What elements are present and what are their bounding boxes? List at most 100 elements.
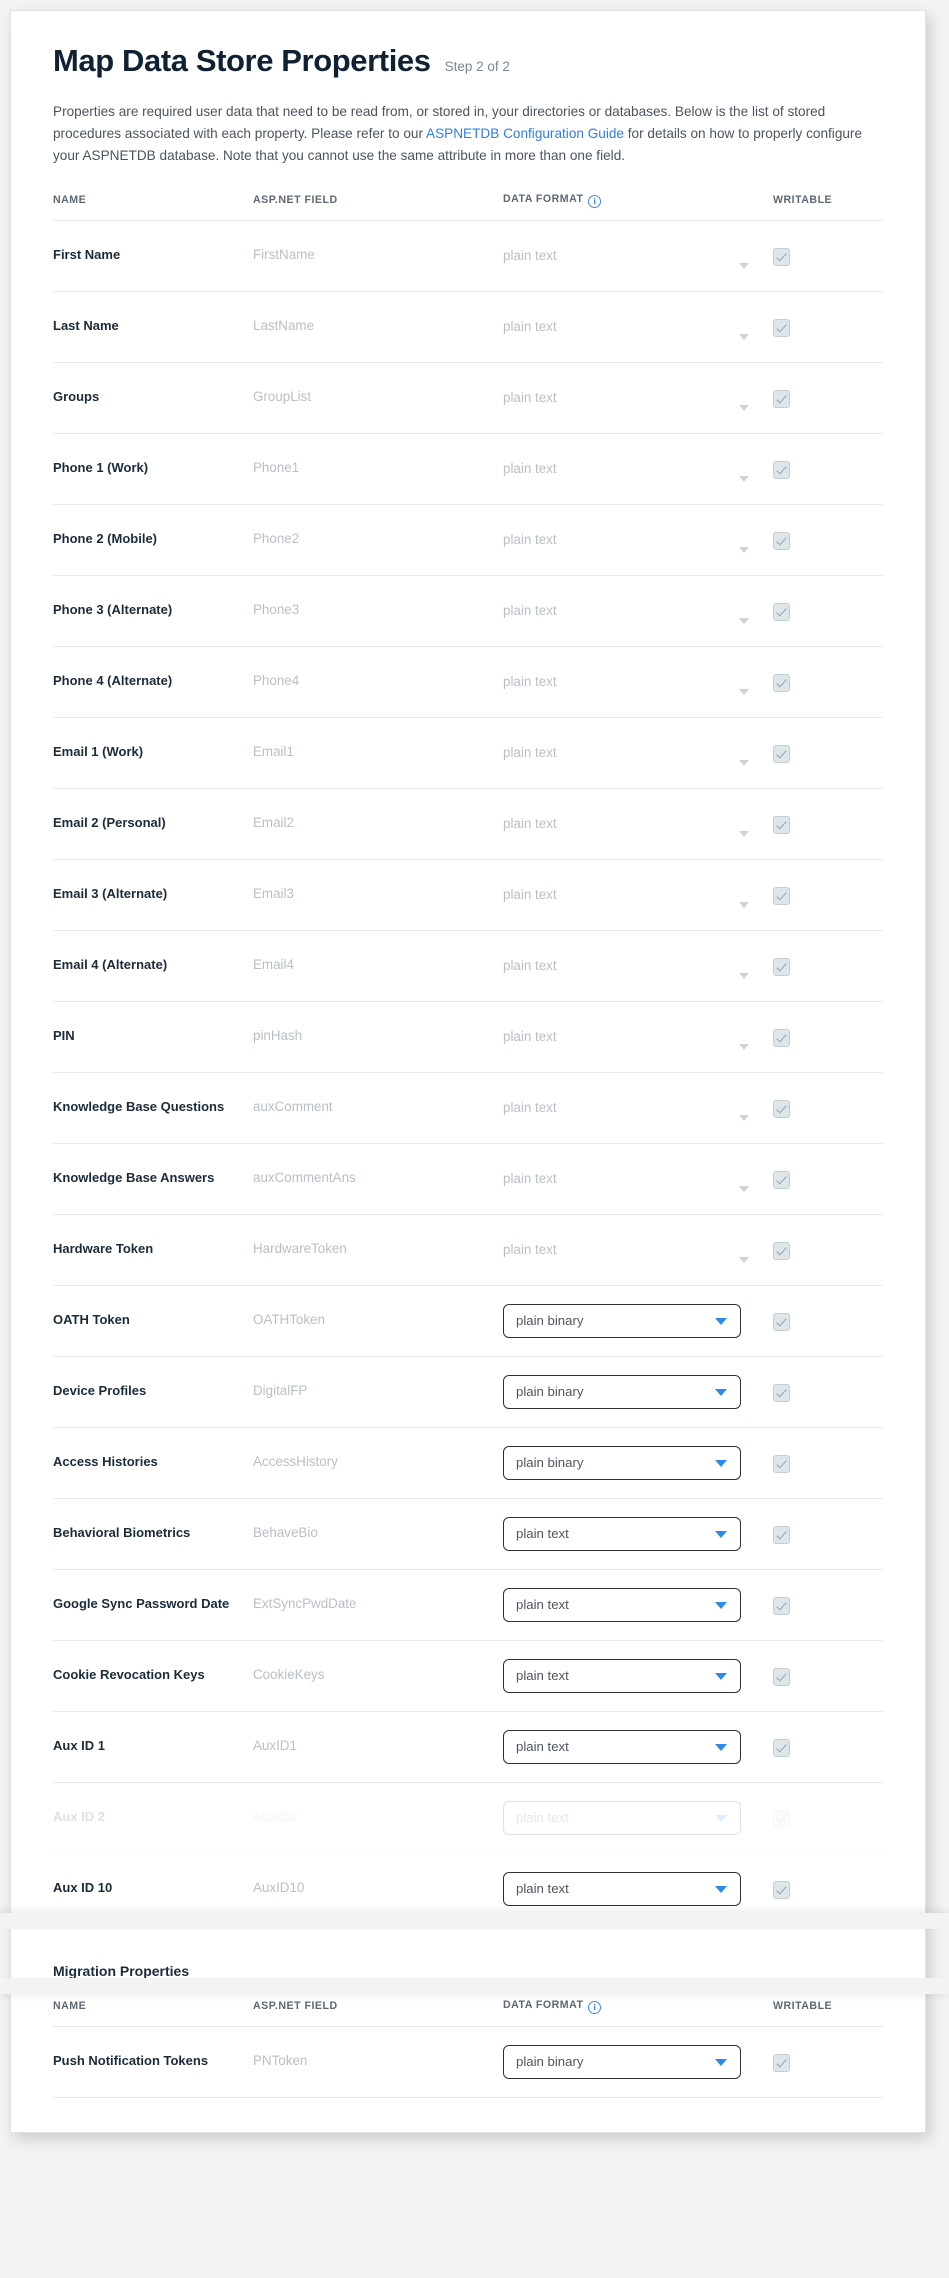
data-format-cell: plain text [503,1087,773,1129]
data-format-cell: plain text [503,661,773,703]
property-name: Groups [53,389,100,405]
migration-column-header-format: DATA FORMAT i [503,1999,773,2014]
writable-checkbox[interactable] [773,1809,790,1828]
data-format-cell: plain binary [503,1374,773,1409]
writable-cell [773,672,893,692]
writable-checkbox[interactable] [773,1738,790,1757]
writable-checkbox[interactable] [773,744,790,763]
data-format-cell: plain text [503,1158,773,1200]
writable-checkbox[interactable] [773,2053,790,2072]
property-name: Aux ID 2 [53,1809,106,1825]
writable-checkbox[interactable] [773,460,790,479]
table-row: OATH Token OATHToken plain binary [53,1286,883,1357]
table-row: Behavioral Biometrics BehaveBio plain text [53,1499,883,1570]
writable-checkbox[interactable] [773,815,790,834]
data-format-select[interactable]: plain binary [503,2044,741,2079]
data-format-select[interactable]: plain text [503,1516,741,1551]
data-format-cell: plain text [503,1658,773,1693]
writable-checkbox[interactable] [773,1312,790,1331]
writable-checkbox[interactable] [773,1099,790,1118]
writable-checkbox[interactable] [773,886,790,905]
table-row: Aux ID 1 AuxID1 plain text [53,1712,883,1783]
writable-checkbox[interactable] [773,1241,790,1260]
data-format-select[interactable]: plain text [503,1800,741,1835]
data-format-select[interactable]: plain text [503,1871,741,1906]
data-format-select[interactable]: plain text [503,1587,741,1622]
data-format-cell: plain text [503,590,773,632]
data-format-readonly: plain text [503,306,773,348]
scroll-seam-top [0,1913,949,1929]
data-format-readonly: plain text [503,732,773,774]
data-format-value: plain text [503,674,557,690]
aspnetdb-configuration-guide-link[interactable]: ASPNETDB Configuration Guide [426,126,624,141]
writable-checkbox[interactable] [773,389,790,408]
aspnet-field-value: auxCommentAns [253,1170,356,1186]
chevron-down-icon [739,1256,749,1263]
writable-cell [773,1524,893,1544]
property-name: Phone 4 (Alternate) [53,673,173,689]
property-name: Aux ID 10 [53,1880,113,1896]
writable-checkbox[interactable] [773,602,790,621]
writable-checkbox[interactable] [773,1028,790,1047]
info-icon[interactable]: i [588,2000,602,2014]
aspnet-field-value: LastName [253,318,315,334]
info-icon[interactable]: i [588,194,602,208]
writable-checkbox[interactable] [773,531,790,550]
data-format-cell: plain text [503,1229,773,1271]
data-format-cell: plain text [503,874,773,916]
data-format-value: plain text [503,816,557,832]
chevron-down-icon [715,1317,727,1325]
property-name: Knowledge Base Answers [53,1170,215,1186]
chevron-down-icon [715,1459,727,1467]
data-format-value: plain text [503,745,557,761]
property-name: Email 2 (Personal) [53,815,166,831]
chevron-down-icon [715,1388,727,1396]
data-format-value: plain text [503,1171,557,1187]
writable-checkbox[interactable] [773,1454,790,1473]
writable-cell [773,601,893,621]
table-row: Groups GroupList plain text [53,363,883,434]
writable-cell [773,2052,893,2072]
property-name: Device Profiles [53,1383,147,1399]
writable-checkbox[interactable] [773,957,790,976]
table-row: PIN pinHash plain text [53,1002,883,1073]
writable-checkbox[interactable] [773,1596,790,1615]
properties-card: Map Data Store Properties Step 2 of 2 Pr… [10,10,926,2133]
column-header-name: NAME [53,194,87,207]
writable-checkbox[interactable] [773,1525,790,1544]
aspnet-field-value: Email4 [253,957,294,973]
writable-cell [773,1240,893,1260]
property-name: Last Name [53,318,119,334]
data-format-readonly: plain text [503,519,773,561]
data-format-select[interactable]: plain binary [503,1374,741,1409]
property-name: Email 4 (Alternate) [53,957,168,973]
data-format-cell: plain text [503,1729,773,1764]
aspnet-field-value: GroupList [253,389,312,405]
writable-checkbox[interactable] [773,1170,790,1189]
intro-paragraph: Properties are required user data that n… [53,101,883,167]
chevron-down-icon [739,1185,749,1192]
data-format-cell: plain text [503,519,773,561]
data-format-select[interactable]: plain text [503,1729,741,1764]
data-format-selected-value: plain text [516,1668,569,1684]
data-format-select[interactable]: plain text [503,1658,741,1693]
writable-checkbox[interactable] [773,1383,790,1402]
data-format-select[interactable]: plain binary [503,1303,741,1338]
writable-checkbox[interactable] [773,318,790,337]
aspnet-field-value: AuxID2 [253,1809,297,1825]
writable-cell [773,1453,893,1473]
data-format-cell: plain text [503,306,773,348]
aspnet-field-value: CookieKeys [253,1667,325,1683]
data-format-select[interactable]: plain binary [503,1445,741,1480]
data-format-selected-value: plain binary [516,1313,584,1329]
aspnet-field-value: BehaveBio [253,1525,318,1541]
writable-checkbox[interactable] [773,1880,790,1899]
writable-checkbox[interactable] [773,673,790,692]
writable-cell [773,1666,893,1686]
property-name: Push Notification Tokens [53,2053,209,2069]
aspnet-field-value: OATHToken [253,1312,325,1328]
table-row: Knowledge Base Answers auxCommentAns plain… [53,1144,883,1215]
writable-checkbox[interactable] [773,1667,790,1686]
writable-checkbox[interactable] [773,247,790,266]
property-name: PIN [53,1028,75,1044]
